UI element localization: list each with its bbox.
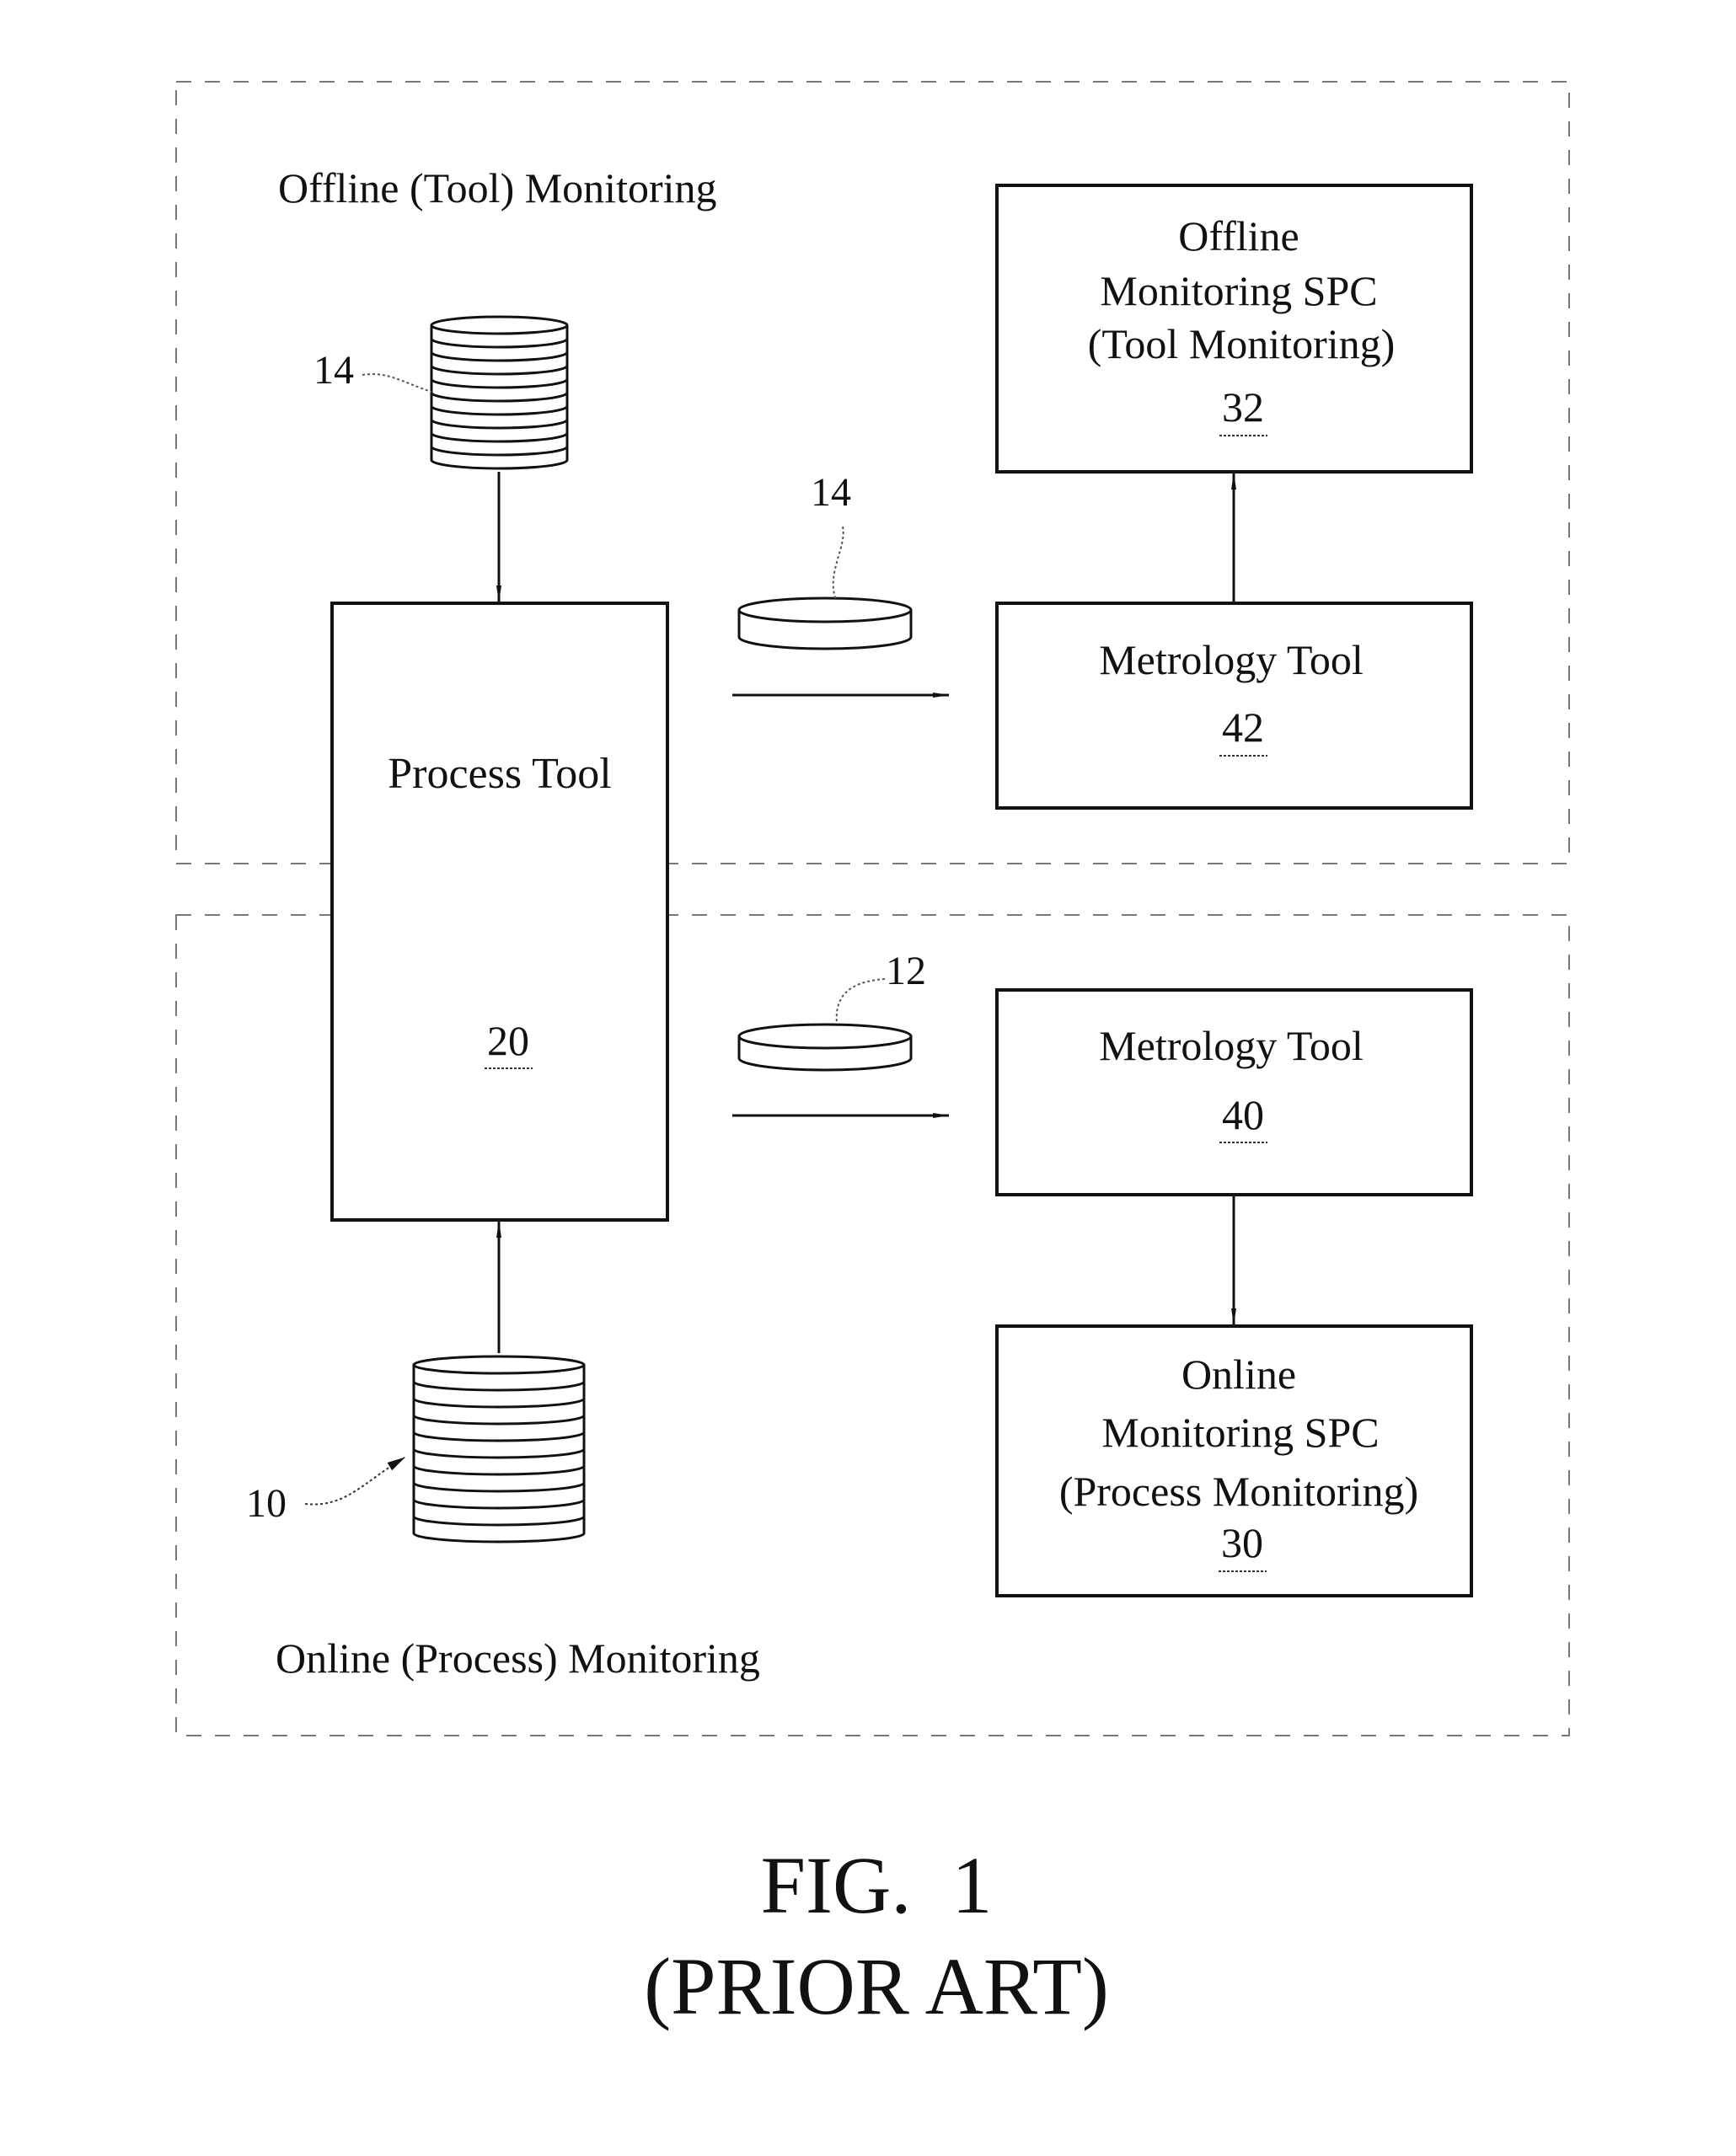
monitor-wafer-stack-ref: 14	[313, 348, 354, 393]
offline-region-label: Offline (Tool) Monitoring	[278, 164, 717, 211]
figure-subcaption: (PRIOR ART)	[644, 1941, 1109, 2031]
product-wafer-icon	[737, 1023, 913, 1072]
product-wafer-stack-ref: 10	[246, 1481, 287, 1526]
product-wafer-leader-line	[835, 978, 886, 1025]
monitor-stack-leader-line	[362, 373, 432, 393]
fig1-diagram: Offline (Tool) Monitoring Online (Proces…	[175, 81, 1570, 2031]
monitor-wafer-leader-line	[832, 526, 844, 601]
monitor-wafer-icon	[737, 597, 913, 650]
offline-spc-ref: 32	[1222, 383, 1264, 431]
metrology-tool-42-ref: 42	[1222, 704, 1264, 751]
product-wafer-stack-icon	[412, 1355, 586, 1543]
product-wafer-ref: 12	[886, 949, 926, 993]
online-spc-line-2: Monitoring SPC	[1101, 1409, 1379, 1456]
process-tool-ref: 20	[487, 1017, 529, 1064]
metrology-tool-40-ref: 40	[1222, 1091, 1264, 1138]
online-spc-line-3: (Process Monitoring)	[1059, 1468, 1418, 1515]
process-tool-box	[330, 602, 669, 1222]
process-tool-label: Process Tool	[388, 750, 612, 798]
online-spc-line-1: Online	[1181, 1351, 1296, 1398]
wafer-stack-top	[412, 1355, 586, 1375]
product-stack-leader-arrow	[304, 1457, 405, 1506]
metrology-tool-40-label: Metrology Tool	[1099, 1022, 1364, 1069]
online-region-label: Online (Process) Monitoring	[276, 1634, 760, 1682]
wafer-stack-top	[430, 315, 569, 335]
monitor-wafer-stack-icon	[430, 315, 569, 470]
offline-spc-line-2: Monitoring SPC	[1100, 267, 1377, 314]
online-spc-ref: 30	[1221, 1519, 1263, 1566]
offline-spc-line-1: Offline	[1178, 212, 1299, 259]
figure-caption: FIG. 1	[761, 1840, 993, 1930]
wafer-stack-body	[412, 1365, 586, 1543]
monitor-wafer-ref: 14	[811, 470, 851, 515]
metrology-tool-42-label: Metrology Tool	[1099, 636, 1364, 683]
offline-spc-line-3: (Tool Monitoring)	[1088, 320, 1396, 367]
